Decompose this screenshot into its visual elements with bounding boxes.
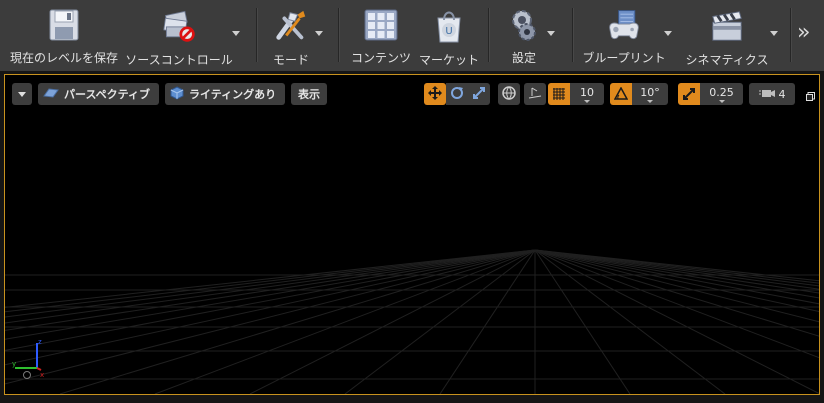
content-icon bbox=[363, 8, 399, 42]
scale-snap-value: 0.25 bbox=[709, 85, 734, 99]
y-axis-label: y bbox=[12, 360, 16, 368]
cinematics-button[interactable]: シネマティクス bbox=[682, 4, 772, 67]
translate-mode-button[interactable] bbox=[424, 83, 446, 105]
modes-label: モード bbox=[272, 53, 309, 67]
content-label: コンテンツ bbox=[350, 51, 411, 65]
viewport-grid bbox=[5, 249, 819, 394]
grid-snap-value-dropdown[interactable]: 10 bbox=[570, 83, 604, 105]
cinematics-caret-icon[interactable] bbox=[770, 31, 778, 36]
save-icon bbox=[46, 8, 82, 42]
save-level-label: 現在のレベルを保存 bbox=[9, 51, 118, 65]
grid-icon bbox=[553, 85, 565, 104]
z-axis-label: z bbox=[38, 338, 42, 346]
save-level-button[interactable]: 現在のレベルを保存 bbox=[8, 4, 120, 66]
marketplace-label: マーケット bbox=[418, 53, 479, 67]
maximize-viewport-icon[interactable] bbox=[806, 86, 815, 101]
grid-snap-toggle[interactable] bbox=[548, 83, 570, 105]
angle-icon bbox=[613, 85, 629, 104]
chevron-down-icon bbox=[647, 99, 653, 103]
marketplace-button[interactable]: U マーケット bbox=[418, 4, 480, 67]
perspective-icon bbox=[43, 87, 59, 101]
settings-caret-icon[interactable] bbox=[547, 31, 555, 36]
rotate-mode-button[interactable] bbox=[446, 83, 468, 105]
source-control-icon bbox=[161, 8, 197, 44]
toolbar-separator bbox=[488, 8, 489, 62]
blueprints-caret-icon[interactable] bbox=[664, 31, 672, 36]
main-toolbar: 現在のレベルを保存 ソースコントロール モード コンテンツ U マーケット 設定… bbox=[0, 0, 824, 71]
chevron-down-icon bbox=[18, 91, 26, 97]
move-arrows-icon bbox=[428, 85, 442, 104]
lighting-label: ライティングあり bbox=[189, 88, 277, 101]
toolbar-separator bbox=[338, 8, 339, 62]
world-local-toggle[interactable] bbox=[498, 83, 520, 105]
toolbar-separator bbox=[790, 8, 791, 62]
rotation-snap-value-dropdown[interactable]: 10° bbox=[632, 83, 668, 105]
toolbar-separator bbox=[256, 8, 257, 62]
content-button[interactable]: コンテンツ bbox=[348, 4, 414, 66]
scale-icon bbox=[472, 85, 486, 104]
chevron-down-icon bbox=[584, 99, 590, 103]
lit-cube-icon bbox=[170, 85, 184, 103]
blueprints-label: ブループリント bbox=[582, 51, 666, 65]
svg-text:U: U bbox=[445, 26, 452, 37]
show-flags-button[interactable]: 表示 bbox=[291, 83, 327, 105]
marketplace-icon: U bbox=[431, 8, 467, 44]
surface-snapping-button[interactable] bbox=[524, 83, 546, 105]
modes-button[interactable]: モード bbox=[266, 4, 316, 67]
x-axis-label: x bbox=[40, 371, 44, 379]
camera-speed-value: 4 bbox=[778, 87, 786, 101]
modes-icon bbox=[273, 8, 309, 44]
source-control-caret-icon[interactable] bbox=[232, 31, 240, 36]
camera-icon bbox=[758, 88, 775, 101]
viewport-options-button[interactable] bbox=[12, 83, 32, 105]
surface-snap-icon bbox=[528, 85, 542, 104]
rotation-snap-toggle[interactable] bbox=[610, 83, 632, 105]
settings-label: 設定 bbox=[511, 51, 536, 65]
blueprint-icon bbox=[606, 8, 642, 42]
rotate-icon bbox=[450, 85, 464, 104]
chevron-down-icon bbox=[718, 99, 725, 103]
show-label: 表示 bbox=[298, 88, 320, 101]
settings-button[interactable]: 設定 bbox=[500, 4, 548, 66]
source-control-label: ソースコントロール bbox=[125, 53, 233, 67]
grid-snap-value: 10 bbox=[580, 85, 594, 99]
cinematics-label: シネマティクス bbox=[685, 53, 769, 67]
scale-snap-toggle[interactable] bbox=[678, 83, 700, 105]
scale-mode-button[interactable] bbox=[468, 83, 490, 105]
camera-speed-button[interactable]: 4 bbox=[749, 83, 795, 105]
axis-gizmo: z y x bbox=[11, 335, 45, 383]
view-mode-lit-button[interactable]: ライティングあり bbox=[165, 83, 285, 105]
globe-icon bbox=[502, 85, 516, 104]
perspective-button[interactable]: パースペクティブ bbox=[38, 83, 159, 105]
help-icon bbox=[23, 371, 31, 379]
source-control-button[interactable]: ソースコントロール bbox=[124, 4, 234, 67]
scale-snap-value-dropdown[interactable]: 0.25 bbox=[700, 83, 743, 105]
toolbar-separator bbox=[572, 8, 573, 62]
rotation-snap-value: 10° bbox=[640, 85, 660, 99]
level-viewport[interactable]: パースペクティブ ライティングあり 表示 10 10° 0.25 4 z y x bbox=[4, 74, 820, 395]
cinematics-icon bbox=[709, 8, 745, 44]
scale-snap-icon bbox=[683, 85, 695, 104]
blueprints-button[interactable]: ブループリント bbox=[582, 4, 666, 66]
toolbar-overflow-button[interactable]: » bbox=[797, 22, 810, 44]
settings-icon bbox=[506, 8, 542, 42]
perspective-label: パースペクティブ bbox=[64, 88, 151, 101]
modes-caret-icon[interactable] bbox=[315, 31, 323, 36]
